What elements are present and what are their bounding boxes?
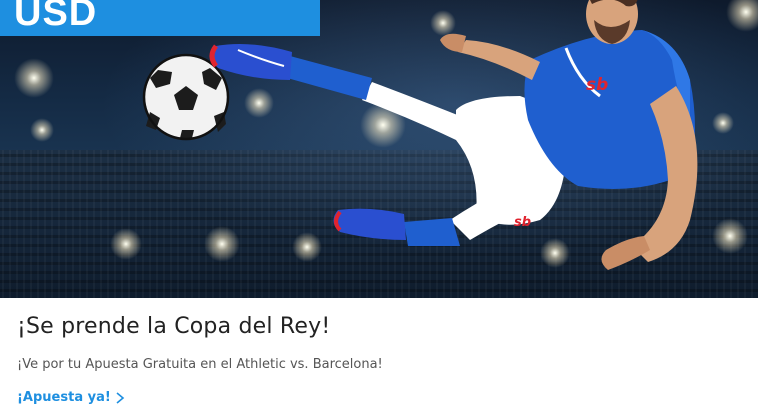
- banner-text: LLEVATE 20 USD: [14, 0, 98, 34]
- chevron-right-icon: [116, 391, 125, 404]
- promo-card[interactable]: sb sb LLEVATE 20 USD ¡Se prende la Copa …: [0, 0, 758, 405]
- promo-subtitle: ¡Ve por tu Apuesta Gratuita en el Athlet…: [17, 357, 383, 372]
- jersey-logo: sb: [586, 75, 608, 95]
- soccer-ball-icon: [142, 53, 230, 141]
- shorts-logo: sb: [514, 215, 531, 230]
- football-player-illustration: sb sb: [142, 0, 698, 270]
- bet-now-link[interactable]: ¡Apuesta ya!: [17, 390, 125, 405]
- promo-banner: LLEVATE 20 USD: [0, 0, 320, 36]
- promo-title: ¡Se prende la Copa del Rey!: [17, 314, 331, 339]
- bet-now-label: ¡Apuesta ya!: [17, 390, 111, 405]
- hero-image[interactable]: sb sb LLEVATE 20 USD: [0, 0, 758, 298]
